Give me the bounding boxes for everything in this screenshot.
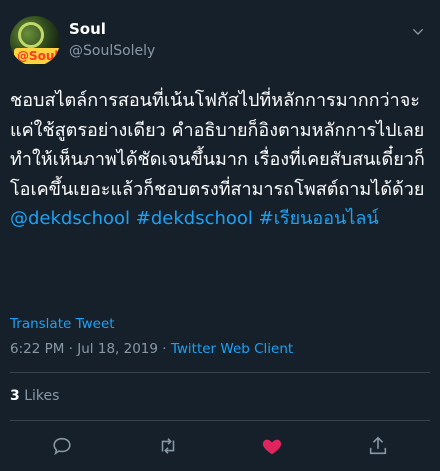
display-name[interactable]: Soul [69,19,155,39]
hashtag-link[interactable]: #เรียนออนไลน์ [259,208,379,229]
user-handle[interactable]: @SoulSolely [69,41,155,61]
heart-icon[interactable] [258,432,286,460]
avatar-text: @Soul [14,48,60,64]
chevron-down-icon[interactable] [406,20,430,44]
tweet-meta: 6:22 PM · Jul 18, 2019 · Twitter Web Cli… [10,341,293,357]
user-names: Soul @SoulSolely [69,19,155,61]
reply-icon[interactable] [48,432,76,460]
likes-stat[interactable]: 3 Likes [10,388,59,404]
timestamp[interactable]: 6:22 PM · Jul 18, 2019 [10,341,158,357]
meta-separator: · [157,341,171,357]
tweet-text: ชอบสไตล์การสอนที่เน้นโฟกัสไปที่หลักการมา… [10,86,430,234]
avatar-ring [18,22,44,48]
avatar[interactable]: @Soul [10,16,60,66]
likes-count: 3 [10,388,20,404]
client-link[interactable]: Twitter Web Client [171,341,293,357]
likes-label: Likes [24,388,60,404]
share-icon[interactable] [364,432,392,460]
translate-link[interactable]: Translate Tweet [10,316,115,332]
divider [10,372,430,373]
hashtag-link[interactable]: #dekdschool [136,208,253,229]
divider [10,420,430,421]
mention-link[interactable]: @dekdschool [10,208,130,229]
retweet-icon[interactable] [154,432,182,460]
tweet-header: @Soul Soul @SoulSolely [10,16,430,72]
action-bar [0,432,440,460]
tweet-body: ชอบสไตล์การสอนที่เน้นโฟกัสไปที่หลักการมา… [10,90,425,200]
